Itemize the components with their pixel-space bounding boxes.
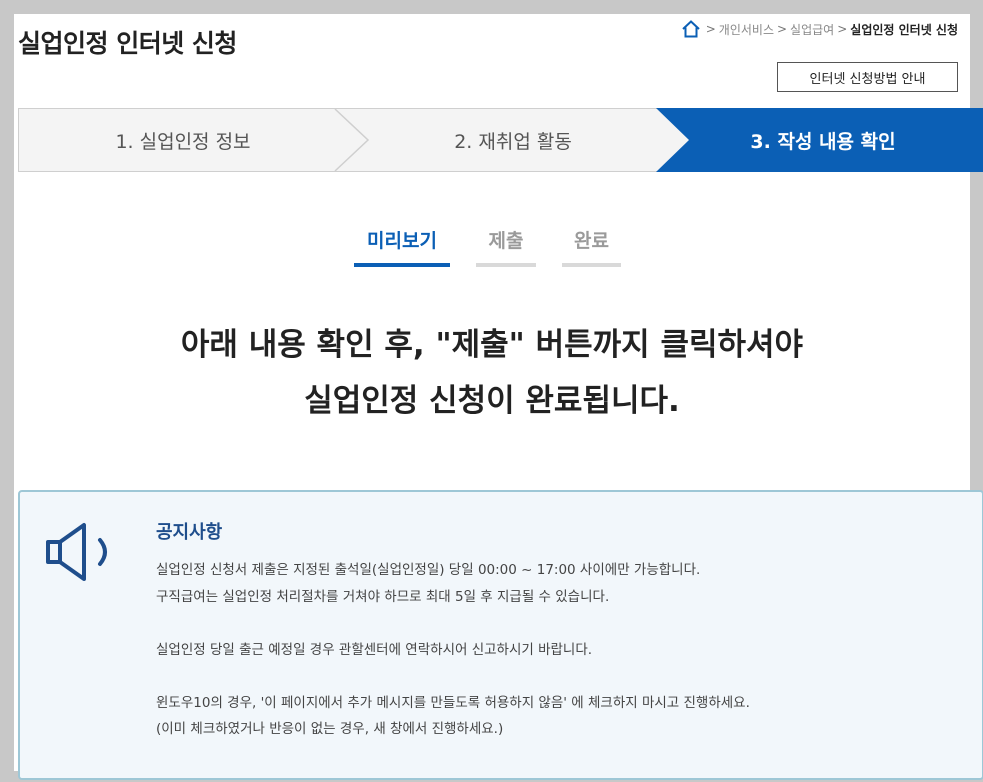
tab-submit[interactable]: 제출 bbox=[476, 226, 536, 267]
notice-line: 윈도우10의 경우, '이 페이지에서 추가 메시지를 만들도록 허용하지 않음… bbox=[156, 694, 750, 711]
breadcrumb-separator: > bbox=[837, 22, 848, 36]
instruction-line-1: 아래 내용 확인 후, "제출" 버튼까지 클릭하셔야 bbox=[180, 327, 804, 363]
page-container: 실업인정 인터넷 신청 > 개인서비스 > 실업급여 > 실업인정 인터넷 신청… bbox=[14, 14, 983, 780]
notice-line: 실업인정 신청서 제출은 지정된 출석일(실업인정일) 당일 00:00 ~ 1… bbox=[156, 562, 701, 578]
step-1-unemployment-info: 1. 실업인정 정보 bbox=[115, 130, 251, 153]
instruction-headline: 아래 내용 확인 후, "제출" 버튼까지 클릭하셔야 실업인정 신청이 완료됩… bbox=[14, 317, 970, 429]
instruction-line-2: 실업인정 신청이 완료됩니다. bbox=[304, 383, 680, 419]
notice-body: 실업인정 신청서 제출은 지정된 출석일(실업인정일) 당일 00:00 ~ 1… bbox=[156, 557, 750, 743]
breadcrumb-item-unemployment-benefit[interactable]: 실업급여 bbox=[790, 21, 834, 38]
notice-line: 구직급여는 실업인정 처리절차를 거쳐야 하므로 최대 5일 후 지급될 수 있… bbox=[156, 588, 610, 605]
step-progress: 1. 실업인정 정보 2. 재취업 활동 3. 작성 내용 확인 bbox=[18, 108, 983, 172]
breadcrumb-separator: > bbox=[776, 22, 788, 36]
tab-preview[interactable]: 미리보기 bbox=[354, 226, 450, 267]
step-3-review-content: 3. 작성 내용 확인 bbox=[750, 130, 896, 153]
breadcrumb-separator: > bbox=[705, 22, 716, 36]
notice-title: 공지사항 bbox=[156, 522, 223, 543]
step-2-reemployment-activity: 2. 재취업 활동 bbox=[454, 130, 572, 153]
notice-spacer bbox=[156, 610, 750, 637]
home-icon[interactable] bbox=[681, 19, 701, 39]
speaker-icon bbox=[44, 520, 126, 584]
breadcrumb-item-current: 실업인정 인터넷 신청 bbox=[850, 22, 958, 37]
tab-complete[interactable]: 완료 bbox=[562, 226, 621, 267]
page-title: 실업인정 인터넷 신청 bbox=[18, 29, 237, 58]
notice-line: 실업인정 당일 출근 예정일 경우 관할센터에 연락하시어 신고하시기 바랍니다… bbox=[156, 641, 593, 658]
submission-tabs: 미리보기 제출 완료 bbox=[14, 226, 970, 268]
notice-box: 공지사항 실업인정 신청서 제출은 지정된 출석일(실업인정일) 당일 00:0… bbox=[18, 490, 983, 780]
notice-line: (이미 체크하였거나 반응이 없는 경우, 새 창에서 진행하세요.) bbox=[156, 721, 504, 737]
notice-spacer bbox=[156, 663, 750, 690]
breadcrumb: > 개인서비스 > 실업급여 > 실업인정 인터넷 신청 bbox=[681, 19, 958, 39]
breadcrumb-item-personal-service[interactable]: 개인서비스 bbox=[719, 21, 774, 38]
application-guide-button[interactable]: 인터넷 신청방법 안내 bbox=[777, 62, 958, 92]
